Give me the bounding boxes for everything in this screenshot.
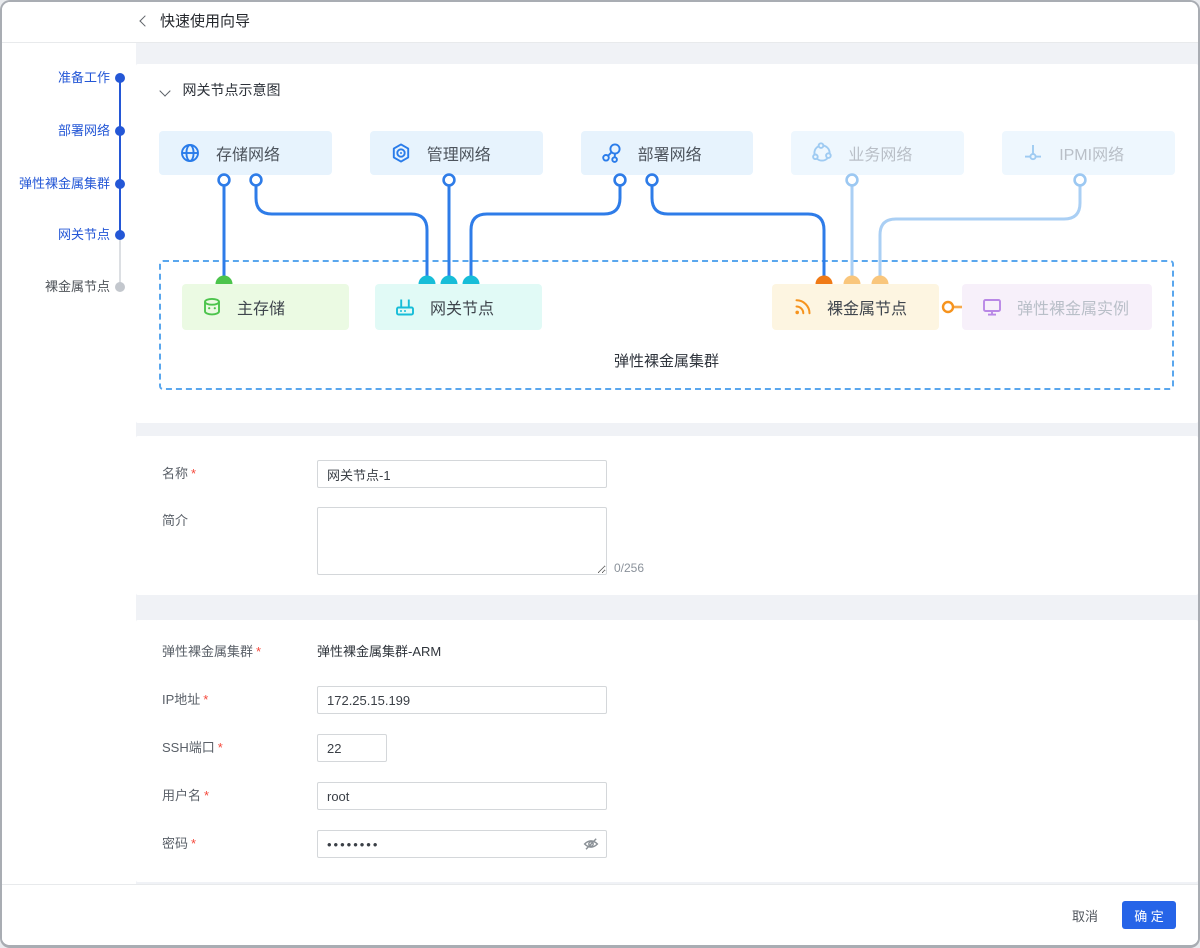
password-input[interactable] [317, 830, 607, 858]
globe-icon [178, 141, 202, 165]
connection-form-card: 弹性裸金属集群* 弹性裸金属集群-ARM IP地址* SSH端口* 用户名* 密… [136, 620, 1198, 882]
ip-label: IP地址 * [162, 692, 209, 707]
node-label: 裸金属节点 [827, 301, 908, 318]
required-marker: * [256, 644, 262, 659]
step-dot [115, 179, 125, 189]
eye-slash-icon[interactable] [583, 836, 599, 852]
ssh-port-row: SSH端口 * [162, 734, 1198, 762]
back-button[interactable] [138, 15, 152, 29]
ring-nodes-icon [810, 141, 834, 165]
step-baremetal-node[interactable]: 裸金属节点 [2, 277, 136, 297]
network-box-ipmi: IPMI网络 [1002, 131, 1175, 175]
cluster-label: 弹性裸金属集群 * [162, 644, 262, 659]
required-marker: * [217, 740, 223, 755]
chevron-down-icon [159, 85, 171, 97]
wizard-window: 快速使用向导 准备工作 部署网络 弹性裸金属集群 网关节点 裸金属节点 网关节点… [0, 0, 1200, 948]
step-sidebar: 准备工作 部署网络 弹性裸金属集群 网关节点 裸金属节点 [2, 43, 136, 884]
required-marker: * [191, 836, 197, 851]
node-box-elastic-instance: 弹性裸金属实例 [962, 284, 1152, 330]
node-label: 主存储 [237, 301, 286, 318]
username-label: 用户名 * [162, 788, 210, 803]
nut-icon [389, 141, 413, 165]
name-label: 名称 * [162, 466, 197, 481]
chevron-left-icon [139, 15, 151, 27]
cluster-label: 弹性裸金属集群 [613, 353, 719, 370]
network-label: 部署网络 [637, 147, 702, 164]
cluster-row: 弹性裸金属集群 * 弹性裸金属集群-ARM [162, 638, 1198, 666]
username-input[interactable] [317, 782, 607, 810]
signal-icon [790, 295, 814, 319]
cancel-button[interactable]: 取消 [1072, 906, 1098, 925]
step-dot [115, 126, 125, 136]
step-dot [115, 230, 125, 240]
username-row: 用户名 * [162, 782, 1198, 810]
node-label: 网关节点 [430, 301, 495, 318]
diagram-section-title: 网关节点示意图 [182, 82, 281, 98]
description-textarea[interactable] [317, 507, 607, 575]
network-box-business: 业务网络 [791, 131, 965, 175]
cluster-value: 弹性裸金属集群-ARM [317, 644, 442, 659]
node-label: 弹性裸金属实例 [1017, 301, 1130, 318]
description-label: 简介 [162, 513, 189, 528]
network-box-deployment: 部署网络 [580, 131, 754, 175]
basic-form-card: 名称* 简介 0/256 [136, 436, 1198, 595]
diagram-card: 网关节点示意图 存储网络 管理网络 部署网络 业务网络 IPMI网络 主存储 网… [136, 64, 1198, 423]
required-marker: * [203, 692, 209, 707]
name-input[interactable] [317, 460, 607, 488]
network-label: 管理网络 [426, 147, 491, 164]
confirm-button[interactable]: 确 定 [1122, 901, 1176, 929]
database-icon [200, 295, 224, 319]
network-row: 存储网络 管理网络 部署网络 业务网络 IPMI网络 [159, 131, 1175, 175]
description-row: 简介 0/256 [162, 507, 1198, 575]
network-box-management: 管理网络 [369, 131, 543, 175]
ssh-port-label: SSH端口 * [162, 740, 223, 755]
page-title: 快速使用向导 [160, 13, 251, 30]
topbar: 快速使用向导 [2, 2, 1198, 43]
network-label: 存储网络 [216, 147, 281, 164]
step-dot [115, 282, 125, 292]
step-deploy-network[interactable]: 部署网络 [2, 121, 136, 141]
name-row: 名称 * [162, 460, 1198, 488]
topology-icon [600, 141, 624, 165]
ip-row: IP地址 * [162, 686, 1198, 714]
node-box-baremetal: 裸金属节点 [772, 284, 939, 330]
network-label: IPMI网络 [1059, 147, 1125, 164]
footer-bar: 取消 确 定 [2, 884, 1198, 945]
step-gateway-node[interactable]: 网关节点 [2, 225, 136, 245]
ssh-port-input[interactable] [317, 734, 387, 762]
diagram-section-toggle[interactable]: 网关节点示意图 [159, 80, 280, 100]
ip-input[interactable] [317, 686, 607, 714]
step-elastic-cluster[interactable]: 弹性裸金属集群 [2, 174, 136, 194]
stepper-progress-line [119, 78, 121, 235]
network-label: 业务网络 [848, 147, 913, 164]
password-row: 密码 * [162, 830, 1198, 858]
step-prepare[interactable]: 准备工作 [2, 68, 136, 88]
required-marker: * [204, 788, 210, 803]
required-marker: * [191, 466, 197, 481]
step-dot [115, 73, 125, 83]
node-box-gateway: 网关节点 [375, 284, 542, 330]
char-counter: 0/256 [614, 561, 645, 575]
password-label: 密码 * [162, 836, 197, 851]
network-box-storage: 存储网络 [159, 131, 332, 175]
content-area: 网关节点示意图 存储网络 管理网络 部署网络 业务网络 IPMI网络 主存储 网… [136, 43, 1198, 884]
monitor-icon [980, 295, 1004, 319]
connector-icon [1021, 141, 1045, 165]
router-icon [393, 295, 417, 319]
node-box-primary-storage: 主存储 [182, 284, 349, 330]
